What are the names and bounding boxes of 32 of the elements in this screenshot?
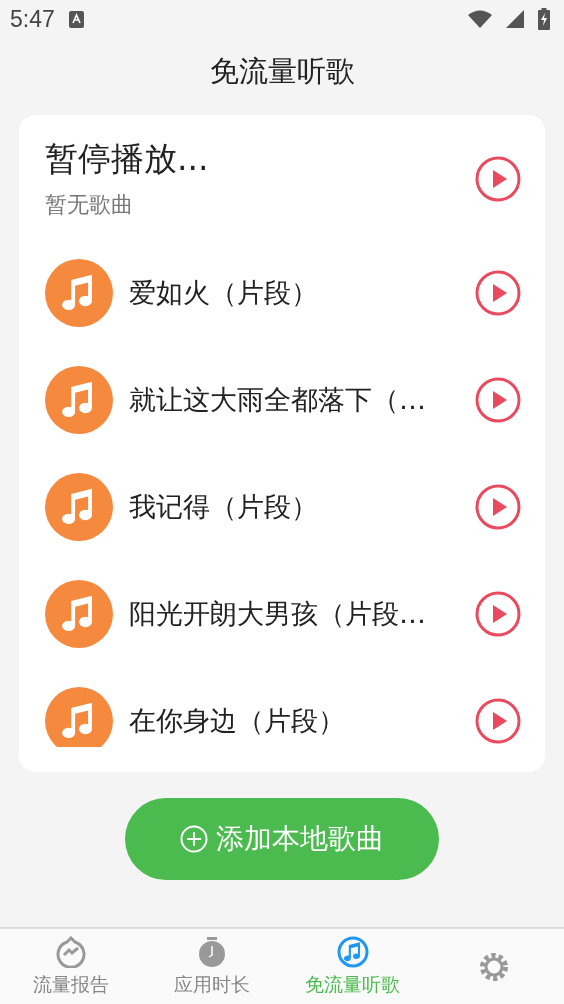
- current-song: 暂无歌曲: [45, 191, 134, 219]
- music-icon: [336, 935, 369, 968]
- song-title[interactable]: 就让这大雨全都落下（…: [129, 381, 459, 418]
- play-button[interactable]: [475, 590, 521, 637]
- music-note-icon: [45, 472, 113, 541]
- keyboard-notification-icon: [68, 10, 84, 28]
- page-title: 免流量听歌: [208, 53, 356, 90]
- play-button[interactable]: [475, 483, 521, 530]
- plus-circle-icon: [180, 825, 208, 853]
- wifi-icon: [468, 10, 492, 28]
- status-time: 5:47: [10, 5, 55, 33]
- nav-label: 免流量听歌: [305, 971, 400, 997]
- battery-charging-icon: [538, 8, 550, 30]
- song-title[interactable]: 在你身边（片段）: [129, 702, 459, 739]
- nav-tab[interactable]: 应用时长: [141, 929, 282, 1004]
- play-button[interactable]: [475, 376, 521, 423]
- chart-icon: [54, 935, 87, 968]
- music-note-icon: [45, 258, 113, 327]
- nav-label: 应用时长: [173, 971, 250, 997]
- gear-icon: [477, 950, 510, 983]
- player-status: 暂停播放...: [45, 138, 210, 180]
- signal-icon: [506, 10, 524, 28]
- play-button[interactable]: [475, 269, 521, 316]
- song-title[interactable]: 我记得（片段）: [129, 488, 459, 525]
- play-button[interactable]: [475, 155, 521, 202]
- music-note-icon: [45, 365, 113, 434]
- play-button[interactable]: [475, 697, 521, 744]
- song-title[interactable]: 阳光开朗大男孩（片段…: [129, 595, 459, 632]
- song-title[interactable]: 爱如火（片段）: [129, 274, 459, 311]
- music-note-icon: [45, 686, 113, 747]
- music-note-icon: [45, 579, 113, 648]
- nav-label: 流量报告: [32, 971, 109, 997]
